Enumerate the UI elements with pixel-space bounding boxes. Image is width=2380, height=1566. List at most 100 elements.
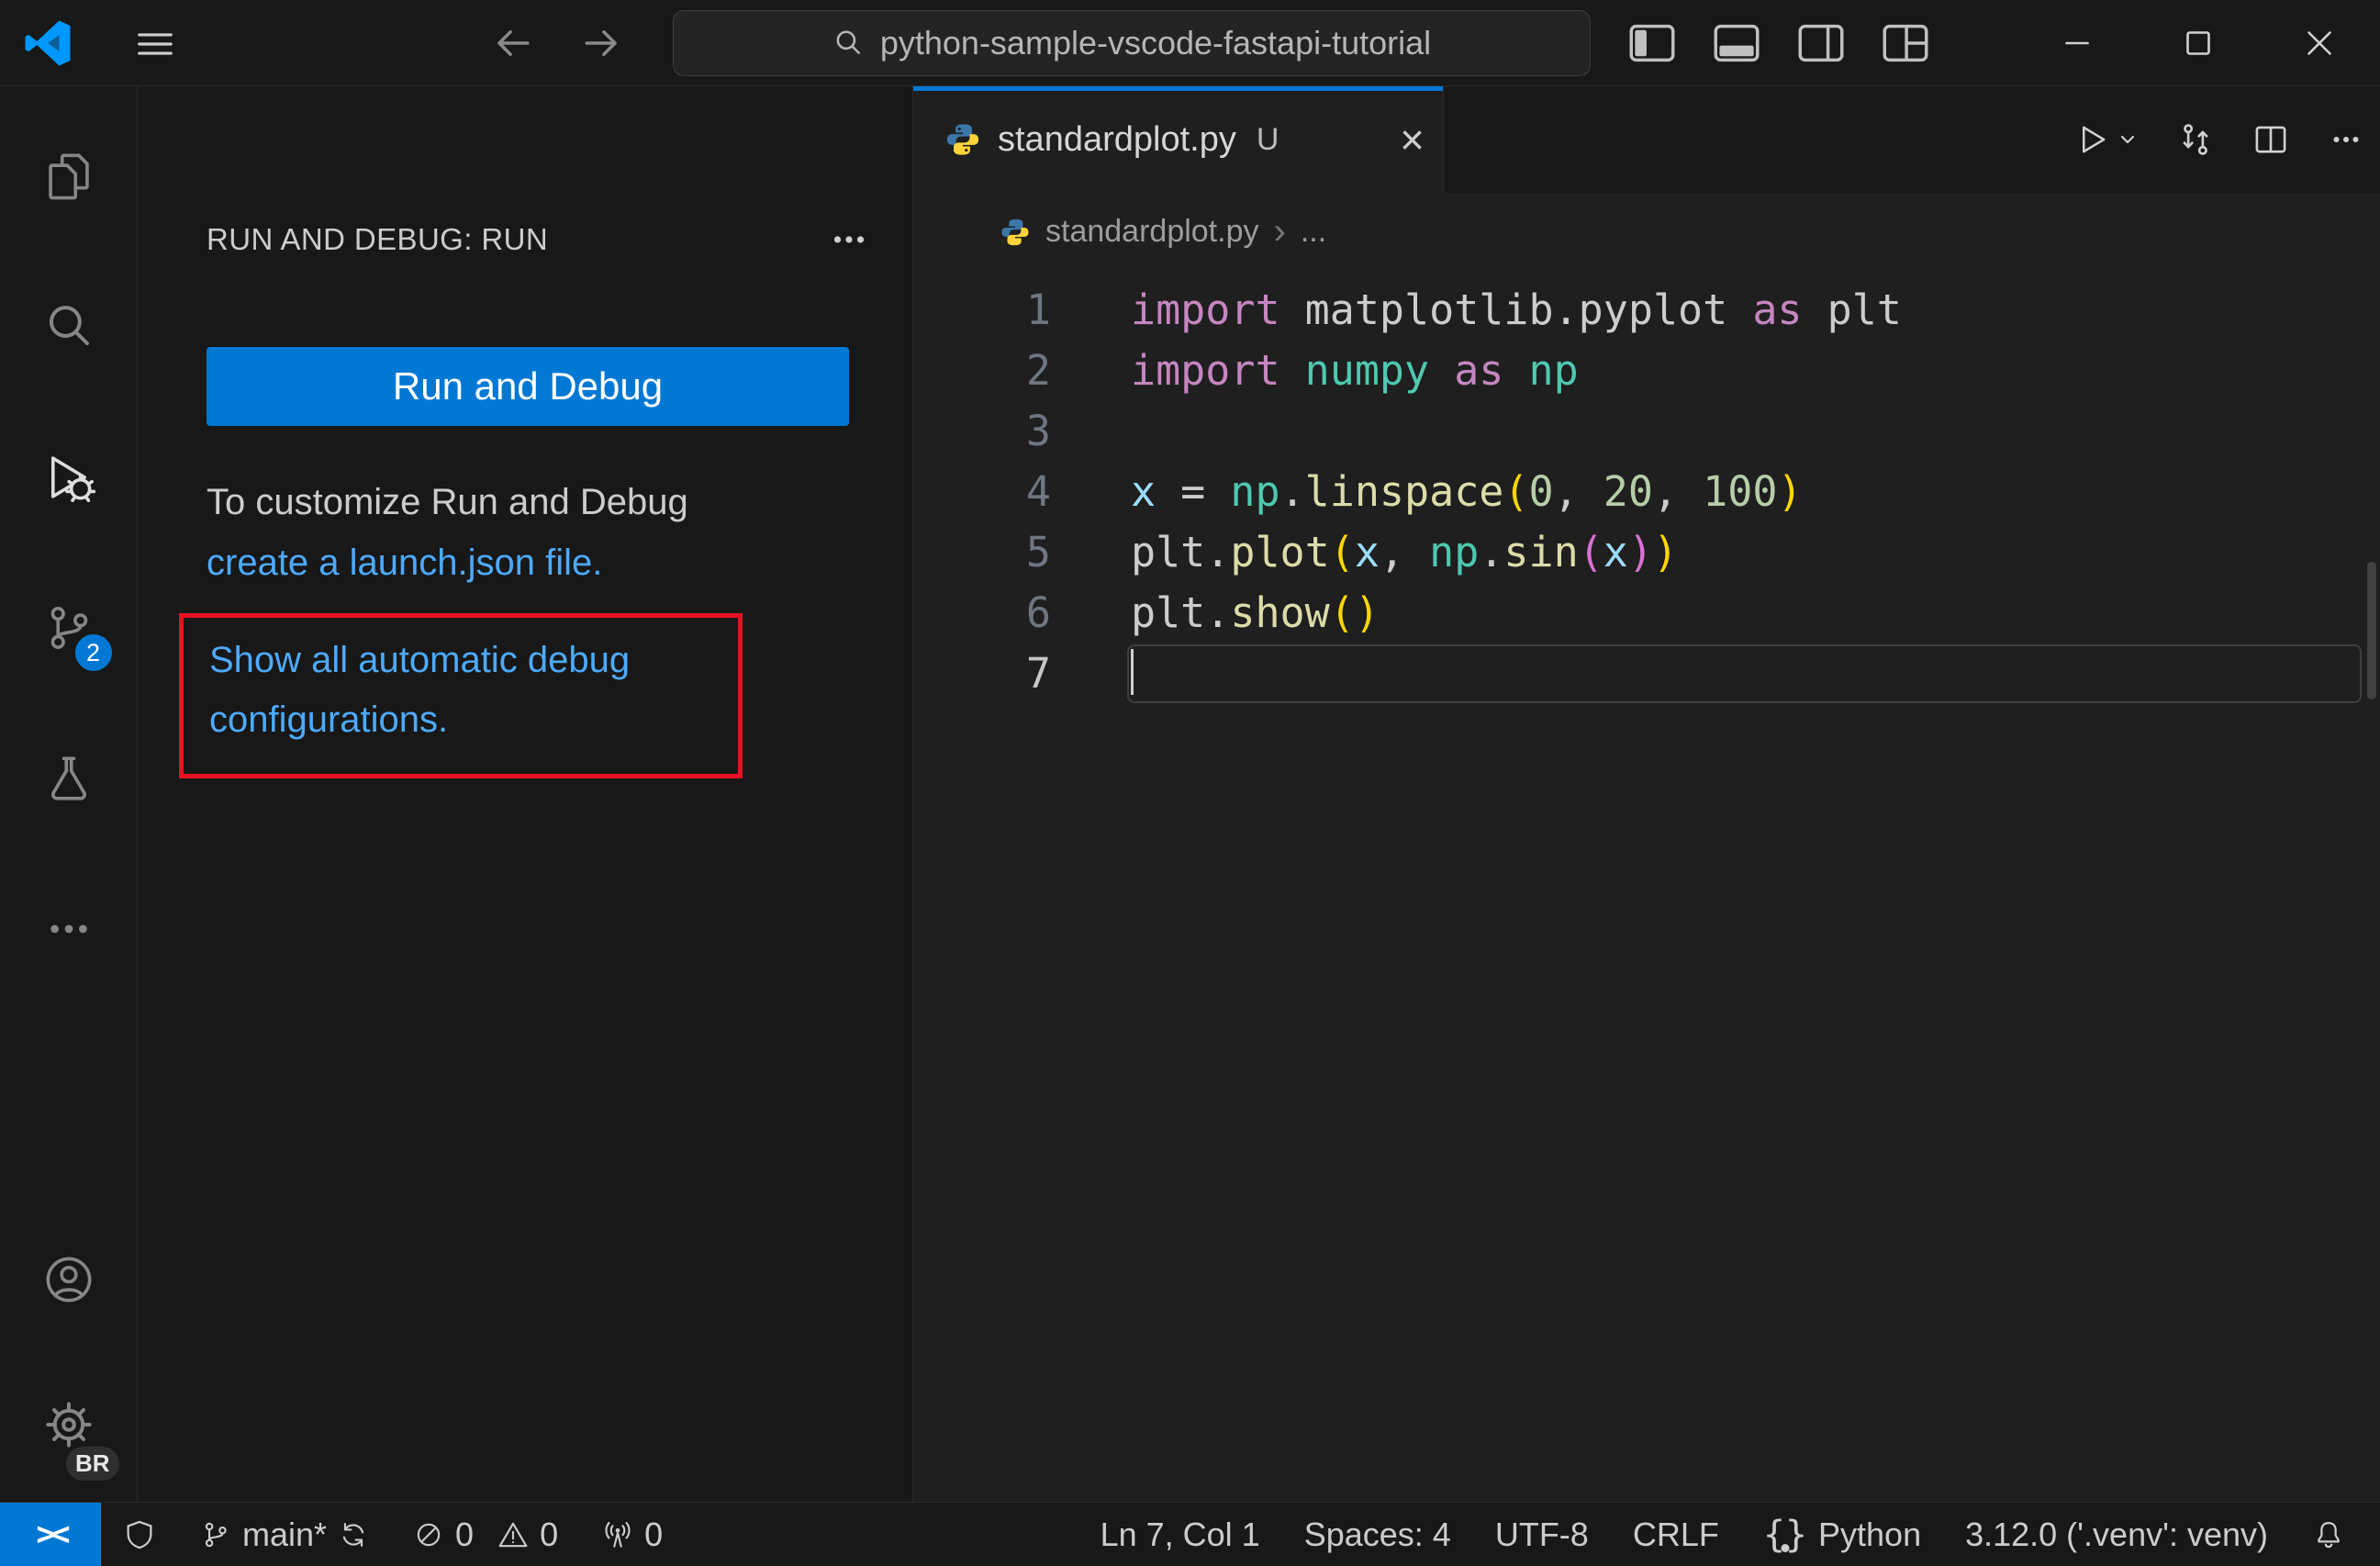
main-area: 2 BR RUN AND DEBUG: RUN Run and Debug To… [0,86,2380,1502]
ports-item[interactable]: 0 [580,1503,685,1566]
editor-group: standardplot.py U × standardplot.py › ..… [913,86,2380,1502]
tab-standardplot[interactable]: standardplot.py U × [913,86,1444,193]
search-icon [836,30,860,54]
shield-icon [127,1520,152,1549]
cursor-position-item[interactable]: Ln 7, Col 1 [1078,1503,1282,1566]
accounts-button[interactable] [23,1234,115,1326]
language-label: Python [1818,1515,1922,1553]
code-text: import numpy as np [1131,346,1579,395]
breadcrumb-file[interactable]: standardplot.py [1045,214,1259,250]
language-mode-item[interactable]: {} Python [1741,1503,1943,1566]
radio-tower-icon [605,1521,631,1548]
split-editor-button[interactable] [2252,120,2290,159]
activity-explorer-button[interactable] [23,130,115,222]
branch-name: main* [242,1515,328,1553]
remote-icon: >< [36,1516,70,1553]
editor-more-actions-button[interactable] [2327,120,2365,159]
code-lines: 1 import matplotlib.pyplot as plt 2 import … [913,280,2380,704]
encoding-item[interactable]: UTF-8 [1473,1503,1611,1566]
activity-run-debug-button[interactable] [23,431,115,523]
workspace-trust-item[interactable] [101,1503,178,1566]
code-editor[interactable]: 1 import matplotlib.pyplot as plt 2 import … [913,271,2380,1502]
beaker-icon [50,756,86,800]
line-number: 7 [1025,649,1051,698]
customize-layout-button[interactable] [1876,14,1935,73]
settings-gear-button[interactable]: BR [23,1379,122,1483]
indentation-item[interactable]: Spaces: 4 [1282,1503,1473,1566]
close-icon [2307,31,2331,55]
tab-label: standardplot.py [998,119,1236,159]
text-cursor [1131,649,1134,695]
show-auto-configs-link[interactable]: Show all automatic debug configurations. [209,631,723,750]
command-center-search[interactable]: python-sample-vscode-fastapi-tutorial [673,10,1591,76]
hamburger-icon [138,33,173,55]
line-number: 3 [1025,407,1051,455]
tab-git-status: U [1256,121,1279,157]
python-interpreter-item[interactable]: 3.12.0 ('.venv': venv) [1943,1503,2290,1566]
navigate-forward-button[interactable] [580,22,622,64]
maximize-icon [2186,31,2210,55]
code-line[interactable]: 5 plt.plot(x, np.sin(x)) [913,522,2380,583]
activity-search-button[interactable] [23,281,115,373]
code-text: import matplotlib.pyplot as plt [1131,285,1902,334]
sidebar-left-icon [1629,24,1675,62]
tab-bar: standardplot.py U × [913,86,2380,193]
open-changes-button[interactable] [2176,120,2215,159]
code-line[interactable]: 4 x = np.linspace(0, 20, 100) [913,462,2380,522]
braces-icon: {} [1762,1513,1808,1556]
toggle-panel-button[interactable] [1707,14,1766,73]
maximize-button[interactable] [2138,0,2259,86]
line-number: 5 [1025,528,1051,576]
scrollbar-thumb[interactable] [2367,562,2376,699]
problems-item[interactable]: 0 0 [391,1503,580,1566]
code-line[interactable]: 6 plt.show() [913,583,2380,643]
chevron-right-icon: › [1273,211,1286,252]
split-editor-icon [2255,126,2286,153]
breadcrumb-more[interactable]: ... [1301,214,1326,250]
eol-item[interactable]: CRLF [1611,1503,1741,1566]
code-line[interactable]: 2 import numpy as np [913,341,2380,401]
vscode-logo-icon [24,19,72,67]
git-branch-item[interactable]: main* [178,1503,391,1566]
editor-actions [2073,86,2365,193]
minimize-button[interactable] [2017,0,2138,86]
account-icon [46,1257,91,1303]
line-number: 4 [1025,467,1051,516]
tab-close-button[interactable]: × [1400,118,1425,161]
search-icon [49,306,89,346]
sync-icon [342,1522,364,1547]
sidebar-right-icon [1798,24,1844,62]
navigate-back-button[interactable] [492,22,534,64]
panel-bottom-icon [1714,24,1760,62]
run-and-debug-button[interactable]: Run and Debug [207,347,849,426]
annotation-box: Show all automatic debug configurations. [179,613,743,778]
remote-indicator[interactable]: >< [0,1503,101,1566]
activity-more-views-button[interactable] [23,883,115,975]
code-line[interactable]: 7 [913,643,2380,704]
code-line[interactable]: 1 import matplotlib.pyplot as plt [913,280,2380,341]
ports-count: 0 [644,1515,664,1553]
code-text: plt.show() [1131,588,1380,637]
create-launch-json-link[interactable]: create a launch.json file. [207,543,602,583]
ellipsis-icon [50,924,87,934]
scm-badge: 2 [72,632,115,674]
arrow-right-icon [585,30,617,56]
toggle-primary-sidebar-button[interactable] [1623,14,1682,73]
python-icon [946,124,979,155]
line-number: 2 [1025,346,1051,395]
status-bar: >< main* 0 0 0 Ln 7, Col 1 Spaces: 4 UTF… [0,1502,2380,1566]
activity-testing-button[interactable] [23,733,115,824]
close-window-button[interactable] [2259,0,2380,86]
bell-icon [2318,1521,2340,1548]
run-python-file-button[interactable] [2073,121,2140,158]
sidebar-more-actions-button[interactable] [826,217,872,265]
chevron-down-icon [2120,135,2135,144]
sidebar-title: RUN AND DEBUG: RUN [207,222,549,256]
run-debug-sidebar: RUN AND DEBUG: RUN Run and Debug To cust… [138,86,913,1502]
toggle-secondary-sidebar-button[interactable] [1792,14,1850,73]
activity-source-control-button[interactable]: 2 [23,582,115,674]
notifications-item[interactable] [2290,1503,2367,1566]
git-branch-icon [205,1522,227,1547]
menu-button[interactable] [134,23,176,65]
code-line[interactable]: 3 [913,401,2380,462]
